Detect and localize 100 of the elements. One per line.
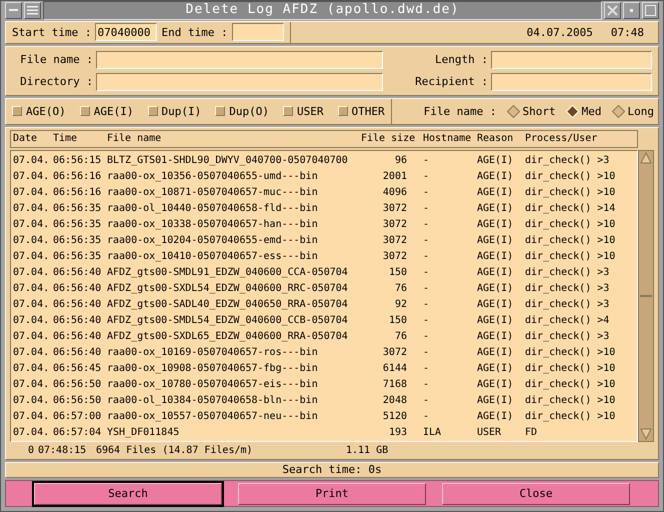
table-cell-text: 3072	[382, 235, 408, 246]
checkbox[interactable]	[148, 106, 158, 116]
table-cell-text: dir_check() >10	[524, 347, 616, 358]
checkbox[interactable]	[215, 106, 226, 116]
end-time-field[interactable]	[232, 23, 284, 42]
column-header: Date	[12, 133, 38, 144]
table-cell-text: -	[422, 347, 430, 358]
table-cell-text: AFDZ_gts00-SMDL54_EDZW_040600_CCB-050704	[106, 315, 349, 326]
table-cell-text: AGE(I)	[476, 235, 514, 246]
action-button[interactable]: Print	[238, 482, 426, 505]
table-cell-text: 07.04.	[12, 315, 50, 326]
table-cell-text: -	[422, 155, 430, 166]
table-cell-text: 06:56:50	[52, 395, 102, 406]
table-cell-text: 07.04.	[12, 155, 50, 166]
table-cell-text: -	[422, 171, 430, 182]
table-cell-text: -	[422, 251, 430, 262]
table-cell-text: AFDZ_gts00-SXDL65_EDZW_040600_RRA-050704	[106, 331, 349, 342]
table-cell-text: 06:56:50	[52, 379, 102, 390]
table-cell-text: AGE(I)	[476, 203, 514, 214]
maximize-button[interactable]	[642, 2, 659, 20]
checkbox-label: AGE(O)	[26, 104, 66, 118]
column-header: File size	[360, 133, 416, 144]
checkbox[interactable]	[12, 106, 22, 116]
table-cell-text: AFDZ_gts00-SADL40_EDZW_040650_RRA-050704	[106, 299, 349, 310]
table-cell-text: 07.04.	[12, 283, 50, 294]
table-cell-text: -	[422, 235, 430, 246]
checkbox[interactable]	[338, 106, 348, 116]
iconify-button[interactable]	[623, 2, 640, 20]
table-cell-text: dir_check() >10	[524, 363, 616, 374]
close-button[interactable]	[604, 2, 621, 20]
table-cell-text: 07.04.	[12, 331, 50, 342]
table-cell-text: raa00-ox_10338-0507040657-han---bin	[106, 219, 319, 230]
end-time-label: End time :	[161, 26, 228, 39]
start-time-field[interactable]: 07040000	[95, 23, 158, 42]
summary-time: 07:48:15	[37, 445, 88, 456]
table-cell-text: AFDZ_gts00-SMDL91_EDZW_040600_CCA-050704	[106, 267, 349, 278]
table-cell-text: dir_check() >3	[524, 283, 610, 294]
table-cell-text: 2048	[382, 395, 408, 406]
table-cell-text: AGE(I)	[476, 315, 514, 326]
action-button[interactable]: Close	[442, 482, 630, 505]
table-cell-text: dir_check() >10	[524, 411, 616, 422]
table-cell-text: -	[422, 219, 430, 230]
table-cell-text: -	[422, 283, 430, 294]
column-header: Hostname	[422, 133, 472, 144]
checkbox-label: Dup(O)	[229, 104, 269, 118]
table-cell-text: dir_check() >10	[524, 251, 616, 262]
table-cell-text: -	[422, 395, 430, 406]
table-cell-text: AGE(I)	[476, 187, 514, 198]
table-cell-text: dir_check() >14	[524, 203, 616, 214]
input-field[interactable]	[491, 72, 652, 91]
scrollbar[interactable]	[638, 150, 654, 442]
summary-size: 1.11 GB	[345, 445, 390, 456]
input-field[interactable]	[96, 50, 383, 69]
table-cell-text: 07.04.	[12, 219, 50, 230]
table-cell-text: 06:56:35	[52, 219, 102, 230]
table-cell-text: 3072	[382, 251, 408, 262]
field-label: File name :	[19, 53, 94, 66]
radio-button[interactable]	[612, 104, 624, 118]
table-cell-text: USER	[476, 427, 502, 438]
table-cell-text: -	[422, 315, 430, 326]
table-cell-text: 06:56:35	[52, 235, 102, 246]
table-cell-text: YSH_DF011845	[106, 427, 180, 438]
radio-label: Med	[582, 104, 602, 118]
table-cell-text: 06:56:40	[52, 347, 102, 358]
table-cell-text: -	[422, 299, 430, 310]
checkbox-label: AGE(I)	[94, 104, 134, 118]
table-cell-text: 06:56:40	[52, 315, 102, 326]
table-cell-text: 06:56:40	[52, 267, 102, 278]
table-cell-text: 150	[388, 267, 408, 278]
table-cell-text: dir_check() >4	[524, 315, 610, 326]
table-cell-text: 76	[394, 331, 408, 342]
table-cell-text: 7168	[382, 379, 408, 390]
minimize-button[interactable]	[5, 2, 22, 20]
checkbox[interactable]	[283, 106, 293, 116]
window-title: Delete Log AFDZ (apollo.dwd.de)	[43, 1, 602, 20]
input-field[interactable]	[491, 50, 652, 69]
table-cell-text: 07.04.	[12, 299, 50, 310]
table-cell-text: 07.04.	[12, 203, 50, 214]
start-time-label: Start time :	[12, 26, 92, 39]
table-cell-text: 06:56:40	[52, 331, 102, 342]
summary-files: 6964 Files (14.87 Files/m)	[95, 445, 254, 456]
table-cell-text: AGE(I)	[476, 347, 514, 358]
column-header: Time	[52, 133, 78, 144]
table-cell-text: AGE(I)	[476, 251, 514, 262]
search-time-text: Search time: 0s	[282, 463, 382, 476]
table-cell-text: AGE(I)	[476, 411, 514, 422]
checkbox[interactable]	[80, 106, 90, 116]
table-cell-text: AGE(I)	[476, 219, 514, 230]
field-label: Recipient :	[414, 75, 489, 88]
radio-button[interactable]	[506, 104, 520, 118]
input-field[interactable]	[96, 72, 383, 91]
table-cell-text: 07.04.	[12, 363, 50, 374]
table-cell-text: 06:56:35	[52, 203, 102, 214]
table-cell-text: 06:56:16	[52, 171, 102, 182]
action-button[interactable]: Search	[34, 482, 222, 505]
table-cell-text: AGE(I)	[476, 155, 514, 166]
menu-button[interactable]	[24, 2, 41, 20]
table-cell-text: dir_check() >10	[524, 395, 616, 406]
table-cell-text: raa00-ox_10204-0507040655-emd---bin	[106, 235, 319, 246]
table-cell-text: dir_check() >3	[524, 155, 610, 166]
